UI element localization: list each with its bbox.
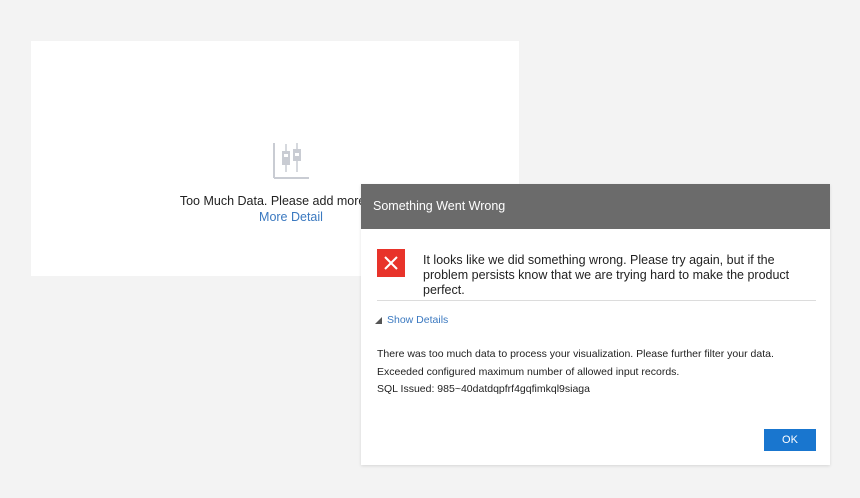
error-message: It looks like we did something wrong. Pl… bbox=[423, 253, 790, 297]
sql-issued-line: SQL Issued: 985~40datdqpfrf4gqfimkql9sia… bbox=[377, 383, 590, 395]
divider bbox=[377, 300, 816, 301]
show-details-toggle[interactable]: Show Details bbox=[375, 313, 448, 327]
detail-line: Exceeded configured maximum number of al… bbox=[377, 366, 680, 378]
dialog-title: Something Went Wrong bbox=[373, 199, 506, 213]
error-dialog: Something Went Wrong It looks like we di… bbox=[361, 184, 830, 465]
detail-line: There was too much data to process your … bbox=[377, 348, 774, 360]
dialog-header: Something Went Wrong bbox=[361, 184, 830, 229]
show-details-label: Show Details bbox=[387, 314, 449, 326]
candlestick-chart-icon bbox=[271, 141, 311, 181]
error-x-icon bbox=[377, 249, 405, 277]
ok-button[interactable]: OK bbox=[764, 429, 816, 451]
triangle-expanded-icon bbox=[375, 317, 382, 324]
